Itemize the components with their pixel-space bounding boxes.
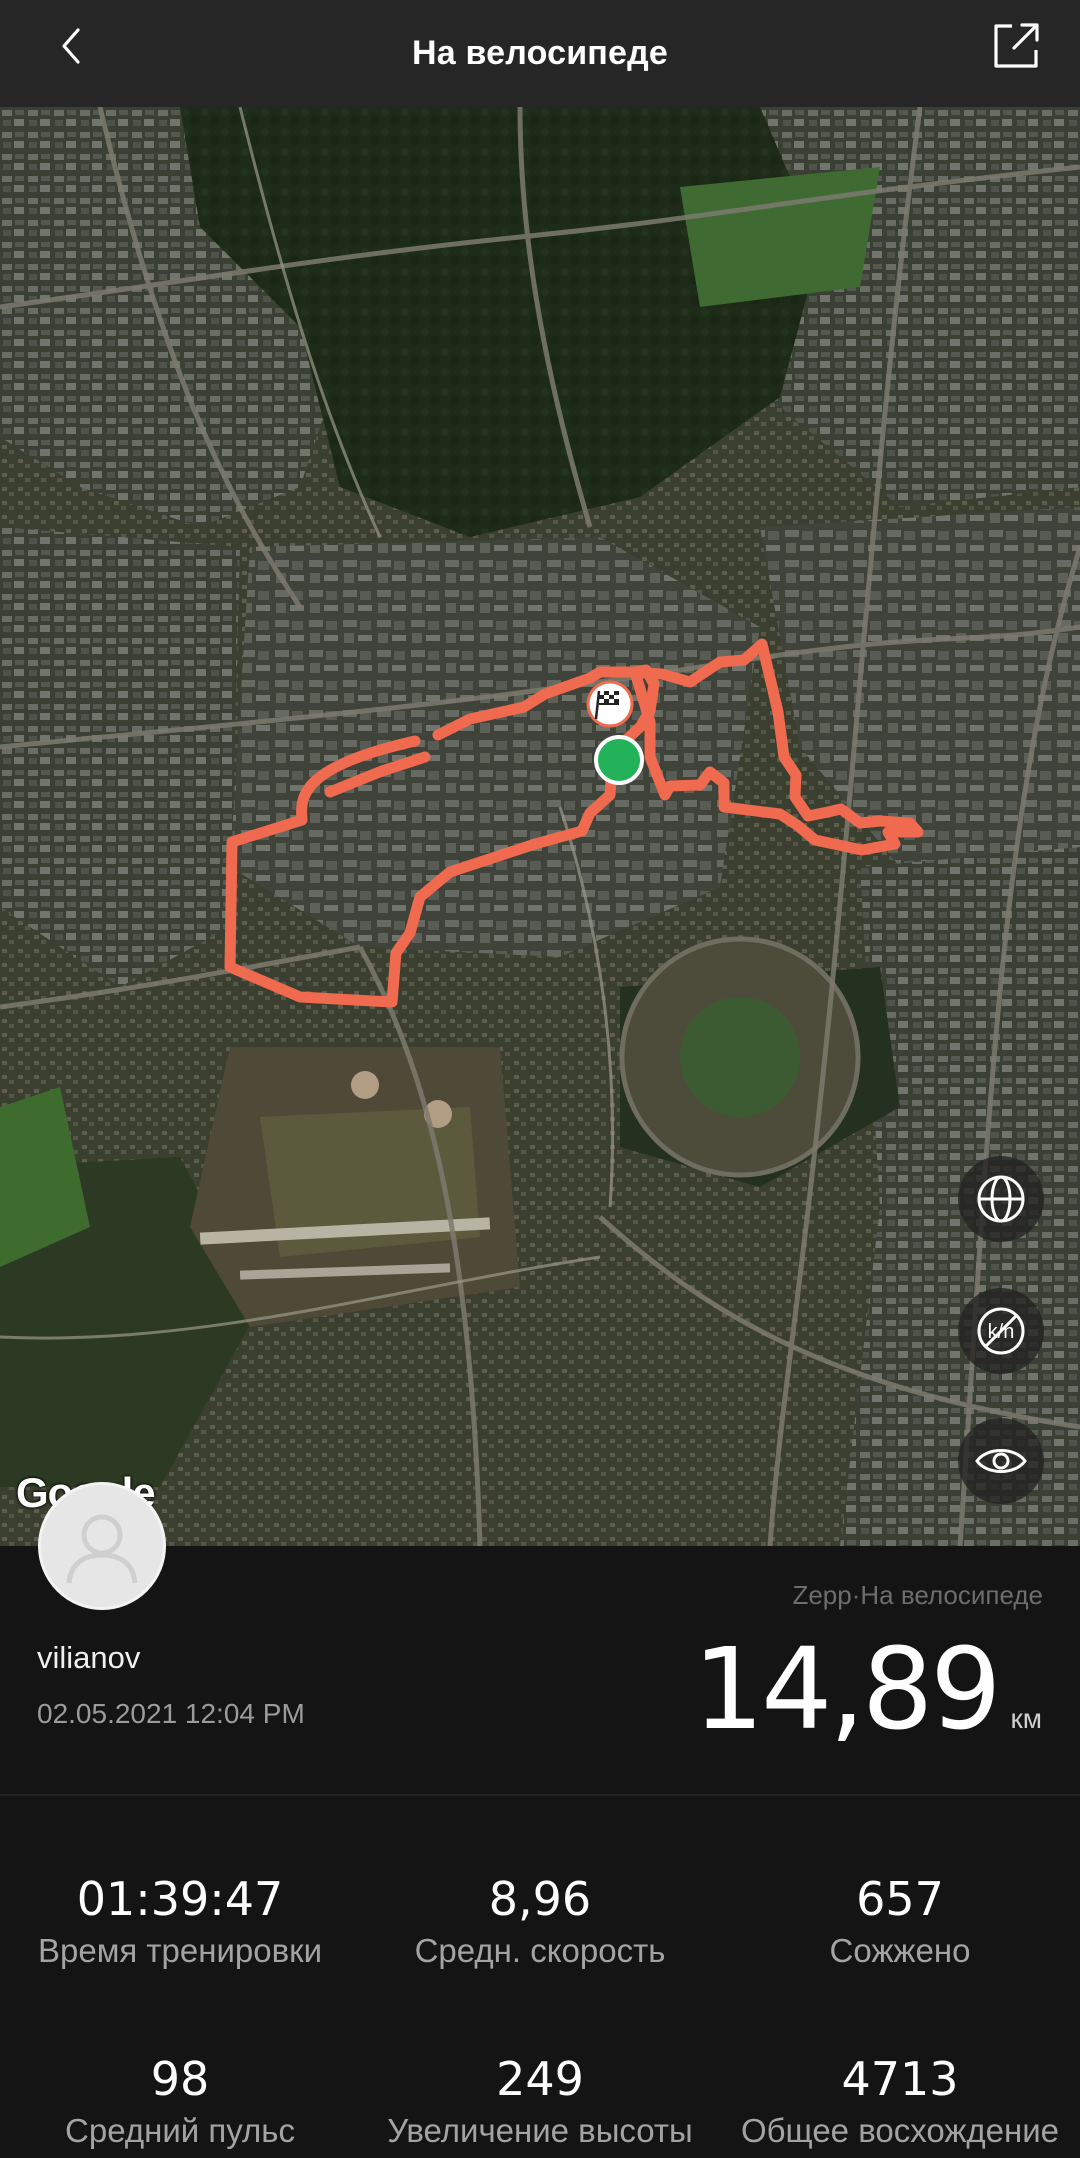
username: vilianov <box>37 1640 141 1675</box>
workout-datetime: 02.05.2021 12:04 PM <box>37 1698 305 1729</box>
stat-value: 249 <box>496 2052 584 2106</box>
stat-value: 8,96 <box>488 1872 592 1926</box>
finish-marker <box>586 680 634 728</box>
stat-label: Общее восхождение <box>740 2112 1060 2149</box>
distance-total: 14,89 км <box>693 1625 1042 1755</box>
back-button[interactable] <box>52 22 112 82</box>
km-markers-toggle[interactable]: k/n <box>958 1288 1044 1374</box>
route-map[interactable]: k/n Google <box>0 107 1080 1546</box>
stat-total-ascent: 4713 Общее восхождение <box>720 2052 1080 2150</box>
share-external-icon <box>994 23 1039 68</box>
eye-icon <box>975 1449 1027 1473</box>
stat-label: Средний пульс <box>65 2112 295 2149</box>
distance-value: 14,89 <box>692 1625 1002 1755</box>
stat-label: Время тренировки <box>37 1932 323 1969</box>
top-bar: На велосипеде <box>0 0 1080 107</box>
stat-value: 657 <box>856 1872 944 1926</box>
start-marker <box>594 735 644 785</box>
globe-icon <box>977 1175 1025 1223</box>
stat-label: Сожжено <box>829 1932 971 1969</box>
stat-value: 98 <box>150 2052 210 2106</box>
stat-label: Увеличение высоты <box>387 2112 693 2149</box>
avatar[interactable] <box>38 1482 166 1610</box>
stat-value: 01:39:47 <box>76 1872 284 1926</box>
page-title: На велосипеде <box>411 34 669 72</box>
satellite-map-background <box>0 107 1080 1546</box>
distance-unit: км <box>1010 1703 1043 1734</box>
stat-label: Средн. скорость <box>414 1932 666 1969</box>
stat-elevation-gain: 249 Увеличение высоты <box>360 2052 720 2150</box>
divider <box>0 1794 1080 1796</box>
sport-type-label: Zepp·На велосипеде <box>792 1580 1043 1610</box>
stat-avg-speed: 8,96 Средн. скорость <box>360 1872 720 1970</box>
user-placeholder-icon <box>66 1514 138 1584</box>
chevron-left-icon <box>62 28 80 64</box>
km-toggle-icon: k/n <box>977 1307 1025 1355</box>
stat-calories: 657 Сожжено <box>720 1872 1080 1970</box>
visibility-toggle[interactable] <box>958 1418 1044 1504</box>
map-type-button[interactable] <box>958 1156 1044 1242</box>
stat-avg-heart-rate: 98 Средний пульс <box>0 2052 360 2150</box>
stat-workout-time: 01:39:47 Время тренировки <box>0 1872 360 1970</box>
stat-value: 4713 <box>841 2052 959 2106</box>
share-button[interactable] <box>990 18 1046 74</box>
